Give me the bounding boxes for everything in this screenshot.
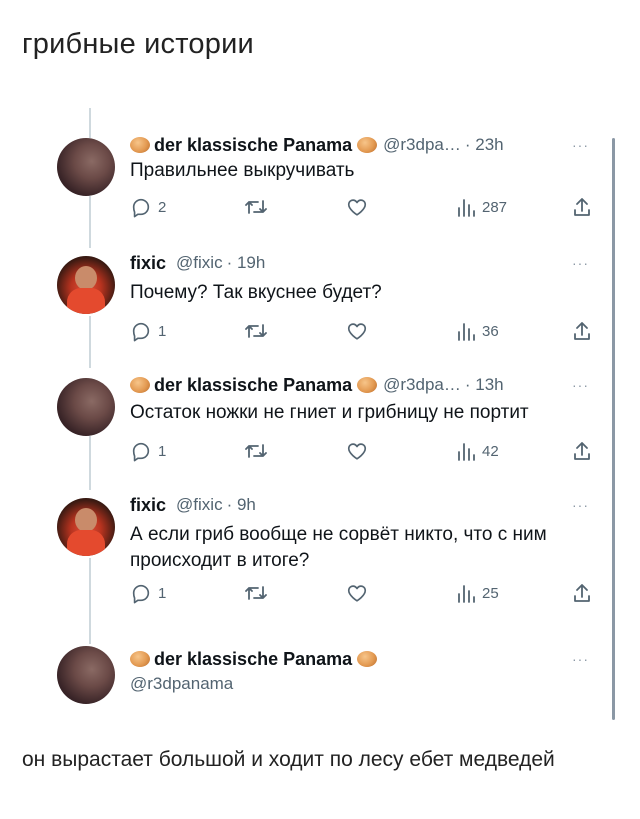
reply-count: 1: [158, 322, 167, 340]
avatar[interactable]: [57, 378, 115, 436]
tweet-time[interactable]: · 13h: [465, 375, 504, 395]
bun-emoji-icon: [357, 137, 378, 153]
share-button[interactable]: [572, 196, 592, 218]
tweet-text: Правильнее выкручивать: [130, 160, 355, 181]
views-icon: [458, 443, 475, 461]
page-title: грибные истории: [22, 28, 254, 60]
more-icon[interactable]: ···: [572, 138, 589, 152]
views-button[interactable]: 42: [456, 440, 499, 462]
bun-emoji-icon: [130, 137, 150, 153]
heart-icon: [347, 323, 367, 340]
reply-count: 1: [158, 584, 167, 602]
views-count: 287: [482, 198, 508, 216]
avatar-shirt: [67, 530, 105, 556]
heart-icon: [347, 199, 367, 216]
retweet-icon: [245, 200, 267, 214]
avatar-face: [75, 508, 97, 532]
share-button[interactable]: [572, 320, 592, 342]
tweet-text: Остаток ножки не гниет и грибницу не пор…: [130, 402, 529, 423]
share-icon: [574, 584, 590, 602]
tweet-actions: 1 25: [0, 582, 640, 606]
tweet-time[interactable]: · 19h: [227, 253, 266, 273]
author-name[interactable]: der klassische Panama: [154, 375, 352, 396]
retweet-button[interactable]: [244, 196, 268, 218]
tweet-text: А если гриб вообще не сорвёт никто, что …: [130, 524, 547, 571]
more-icon[interactable]: ···: [572, 256, 589, 270]
avatar[interactable]: [57, 498, 115, 556]
reply-icon: [132, 198, 150, 218]
tweet-header: fixic @fixic · 9h: [130, 492, 256, 518]
like-button[interactable]: [346, 320, 368, 342]
views-icon: [458, 585, 475, 603]
avatar[interactable]: [57, 256, 115, 314]
tweet-header: der klassische Panama: [130, 646, 378, 672]
reply-count: 2: [158, 198, 167, 216]
author-name[interactable]: fixic: [130, 253, 166, 274]
tweet-time[interactable]: · 23h: [465, 135, 504, 155]
author-name[interactable]: der klassische Panama: [154, 649, 352, 670]
reply-button[interactable]: 2: [130, 196, 166, 218]
author-handle[interactable]: @r3dpa…: [383, 375, 461, 395]
tweet-header: der klassische Panama @r3dpa… · 23h: [130, 132, 504, 158]
more-icon[interactable]: ···: [572, 378, 589, 392]
bun-emoji-icon: [130, 377, 150, 393]
reply-button[interactable]: 1: [130, 320, 166, 342]
tweet-text: Почему? Так вкуснее будет?: [130, 282, 382, 303]
share-button[interactable]: [572, 440, 592, 462]
share-icon: [574, 442, 590, 460]
views-count: 42: [482, 442, 499, 460]
more-icon[interactable]: ···: [572, 652, 589, 666]
avatar-face: [75, 266, 97, 290]
reply-icon: [132, 442, 150, 462]
author-name[interactable]: fixic: [130, 495, 166, 516]
author-name[interactable]: der klassische Panama: [154, 135, 352, 156]
heart-icon: [347, 443, 367, 460]
reply-button[interactable]: 1: [130, 440, 166, 462]
views-count: 25: [482, 584, 499, 602]
retweet-button[interactable]: [244, 582, 268, 604]
retweet-button[interactable]: [244, 440, 268, 462]
bun-emoji-icon: [357, 651, 378, 667]
reply-icon: [132, 322, 150, 342]
retweet-icon: [245, 586, 267, 600]
avatar-shirt: [67, 288, 105, 314]
avatar[interactable]: [57, 138, 115, 196]
like-button[interactable]: [346, 440, 368, 462]
tweet-actions: 1 36: [0, 320, 640, 344]
reply-count: 1: [158, 442, 167, 460]
tweet-header: fixic @fixic · 19h: [130, 250, 265, 276]
bun-emoji-icon: [130, 651, 150, 667]
tweet-actions: 1 42: [0, 440, 640, 464]
reply-icon: [132, 584, 150, 604]
retweet-icon: [245, 324, 267, 338]
tweet-header: der klassische Panama @r3dpa… · 13h: [130, 372, 504, 398]
author-handle[interactable]: @r3dpanama: [130, 674, 233, 694]
tweet-actions: 2 287: [0, 196, 640, 220]
scrollbar[interactable]: [612, 138, 615, 720]
avatar[interactable]: [57, 646, 115, 704]
retweet-icon: [245, 444, 267, 458]
views-icon: [458, 199, 475, 217]
like-button[interactable]: [346, 582, 368, 604]
views-icon: [458, 323, 475, 341]
share-icon: [574, 322, 590, 340]
author-handle[interactable]: @r3dpa…: [383, 135, 461, 155]
views-button[interactable]: 287: [456, 196, 507, 218]
tweet-time[interactable]: · 9h: [227, 495, 256, 515]
like-button[interactable]: [346, 196, 368, 218]
bun-emoji-icon: [357, 377, 378, 393]
share-icon: [574, 198, 590, 216]
author-handle[interactable]: @fixic: [176, 253, 223, 273]
views-button[interactable]: 25: [456, 582, 499, 604]
heart-icon: [347, 585, 367, 602]
author-handle[interactable]: @fixic: [176, 495, 223, 515]
views-button[interactable]: 36: [456, 320, 499, 342]
more-icon[interactable]: ···: [572, 498, 589, 512]
share-button[interactable]: [572, 582, 592, 604]
focused-tweet-text: он вырастает большой и ходит по лесу ебе…: [22, 748, 555, 771]
retweet-button[interactable]: [244, 320, 268, 342]
reply-button[interactable]: 1: [130, 582, 166, 604]
thread-connector: [89, 108, 91, 138]
views-count: 36: [482, 322, 499, 340]
